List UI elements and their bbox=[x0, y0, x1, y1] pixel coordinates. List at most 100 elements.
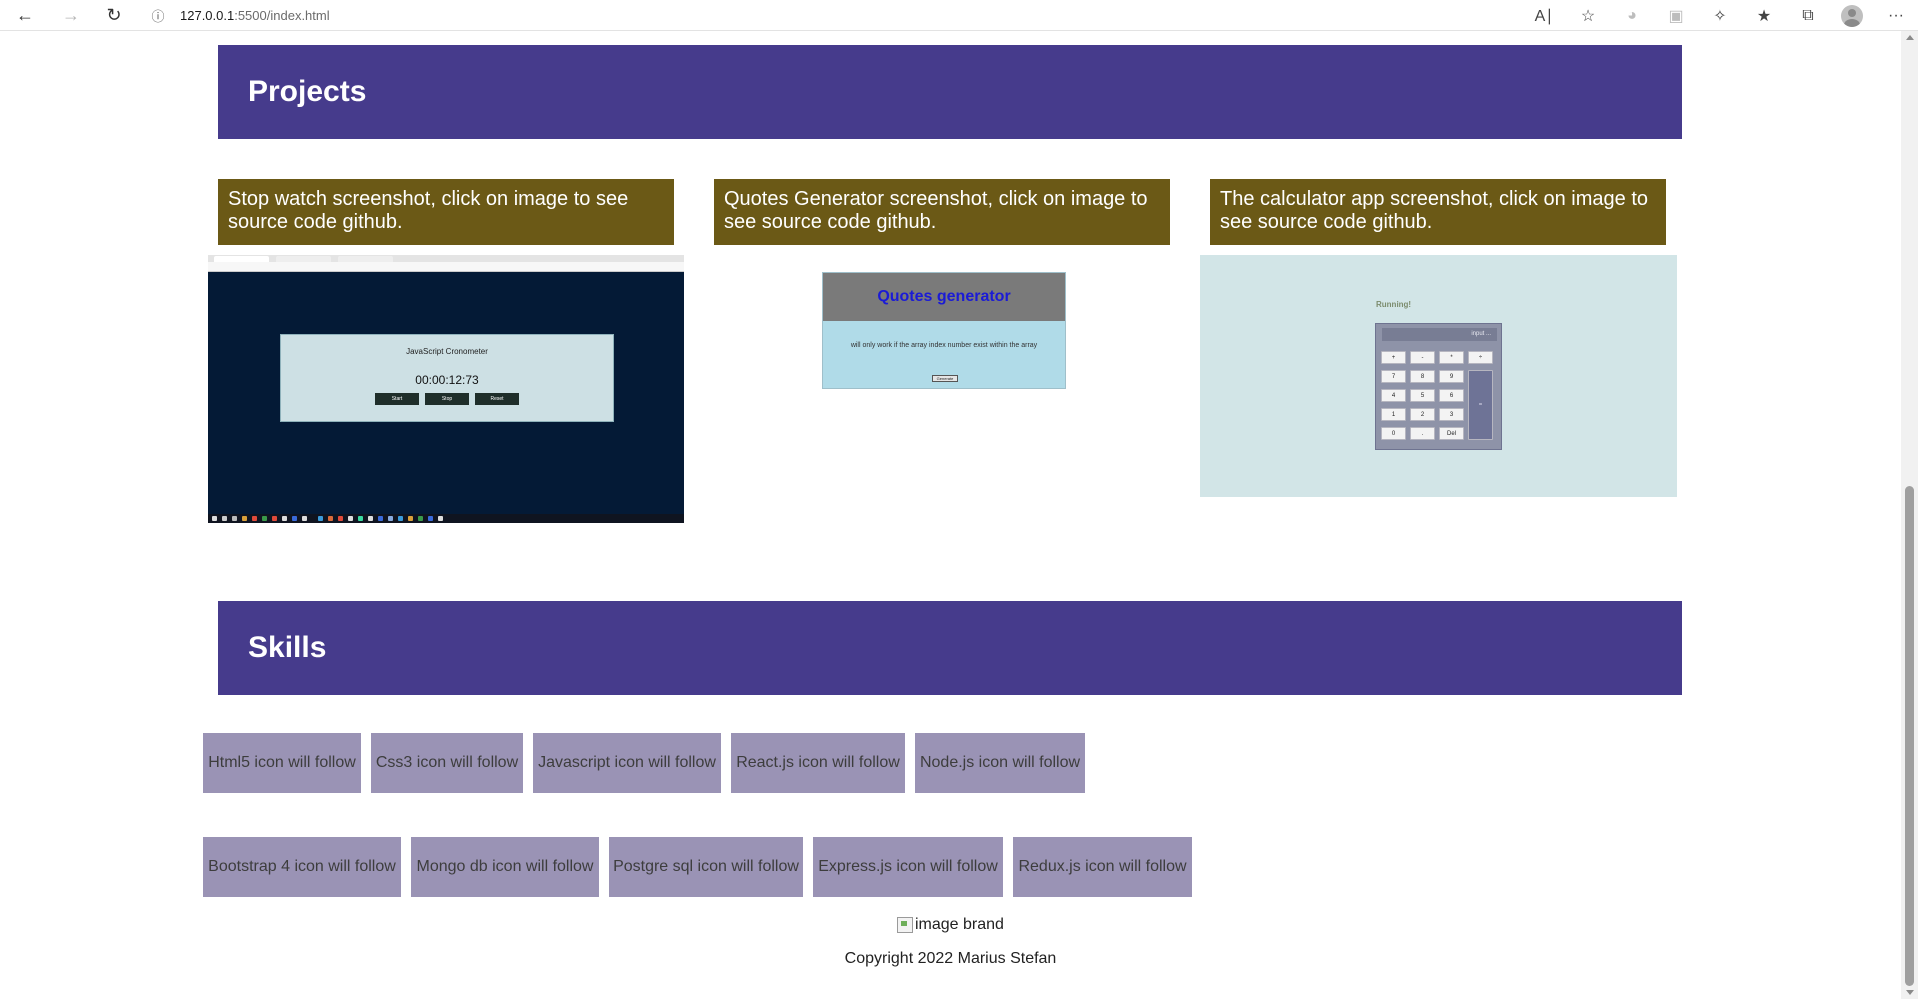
taskbar-icon bbox=[242, 516, 247, 521]
calculator-body: input ... + - * ÷ 7 8 9 4 5 6 1 2 3 0 . … bbox=[1375, 323, 1502, 450]
skill-reduxjs: Redux.js icon will follow bbox=[1013, 837, 1192, 897]
calc-key-decimal: . bbox=[1410, 427, 1435, 440]
stopwatch-time: 00:00:12:73 bbox=[415, 373, 479, 387]
calc-key-multiply: * bbox=[1439, 351, 1464, 364]
stopwatch-buttons: Start Stop Reset bbox=[281, 393, 613, 405]
scroll-up-icon[interactable] bbox=[1906, 35, 1914, 40]
calc-key-2: 2 bbox=[1410, 408, 1435, 421]
skill-reactjs: React.js icon will follow bbox=[731, 733, 905, 793]
taskbar-icon bbox=[318, 516, 323, 521]
calc-key-8: 8 bbox=[1410, 370, 1435, 383]
stopwatch-stop-button: Stop bbox=[425, 393, 469, 405]
taskbar-icon bbox=[408, 516, 413, 521]
quotes-caption: Quotes Generator screenshot, click on im… bbox=[714, 179, 1170, 245]
calc-key-0: 0 bbox=[1381, 427, 1406, 440]
taskbar-icon bbox=[282, 516, 287, 521]
brand-alt-text: image brand bbox=[915, 916, 1004, 933]
extensions-puzzle-icon[interactable]: ✧ bbox=[1698, 0, 1742, 31]
taskbar-icon bbox=[428, 516, 433, 521]
info-icon[interactable]: ⓘ bbox=[148, 5, 168, 25]
calc-key-6: 6 bbox=[1439, 389, 1464, 402]
taskbar-icon bbox=[302, 516, 307, 521]
skill-nodejs: Node.js icon will follow bbox=[915, 733, 1085, 793]
calc-key-del: Del bbox=[1439, 427, 1464, 440]
screenshot-browser-tabs bbox=[208, 255, 684, 262]
profile-avatar[interactable] bbox=[1830, 0, 1874, 31]
calculator-display: input ... bbox=[1382, 328, 1497, 341]
stopwatch-panel: JavaScript Cronometer 00:00:12:73 Start … bbox=[280, 334, 614, 422]
taskbar-icon bbox=[252, 516, 257, 521]
page-content: Projects Stop watch screenshot, click on… bbox=[0, 31, 1901, 999]
projects-title: Projects bbox=[248, 75, 367, 108]
skill-html5: Html5 icon will follow bbox=[203, 733, 361, 793]
taskbar-icon bbox=[212, 516, 217, 521]
skill-javascript: Javascript icon will follow bbox=[533, 733, 721, 793]
calc-key-9: 9 bbox=[1439, 370, 1464, 383]
taskbar-icon bbox=[418, 516, 423, 521]
taskbar-icon bbox=[232, 516, 237, 521]
screenshot-address-bar bbox=[208, 262, 684, 272]
stopwatch-start-button: Start bbox=[375, 393, 419, 405]
broken-image-icon bbox=[897, 917, 913, 933]
favorites-icon[interactable]: ★ bbox=[1742, 0, 1786, 31]
stopwatch-reset-button: Reset bbox=[475, 393, 519, 405]
stopwatch-screenshot-link[interactable]: JavaScript Cronometer 00:00:12:73 Start … bbox=[208, 255, 684, 523]
forward-arrow-icon[interactable]: → bbox=[57, 1, 85, 29]
url-text[interactable]: 127.0.0.1:5500/index.html bbox=[180, 8, 330, 23]
url-host: 127.0.0.1 bbox=[180, 7, 235, 23]
read-aloud-icon[interactable]: A∣ bbox=[1522, 0, 1566, 31]
taskbar-icon bbox=[398, 516, 403, 521]
calc-key-7: 7 bbox=[1381, 370, 1406, 383]
address-bar[interactable]: ⓘ 127.0.0.1:5500/index.html bbox=[148, 3, 1588, 27]
taskbar-icon bbox=[292, 516, 297, 521]
url-path: :5500/index.html bbox=[234, 7, 330, 23]
calc-key-3: 3 bbox=[1439, 408, 1464, 421]
calc-key-1: 1 bbox=[1381, 408, 1406, 421]
quotes-generate-button: Generate bbox=[932, 375, 958, 382]
skill-css3: Css3 icon will follow bbox=[371, 733, 523, 793]
brand-image: image brand bbox=[897, 916, 1004, 934]
calc-key-minus: - bbox=[1410, 351, 1435, 364]
taskbar-icon bbox=[222, 516, 227, 521]
taskbar-icon bbox=[358, 516, 363, 521]
quotes-title: Quotes generator bbox=[823, 273, 1065, 321]
add-favorite-icon[interactable]: ☆ bbox=[1566, 0, 1610, 31]
taskbar-icon bbox=[262, 516, 267, 521]
calculator-keypad: + - * ÷ 7 8 9 4 5 6 1 2 3 0 . Del = bbox=[1381, 351, 1493, 440]
scroll-down-icon[interactable] bbox=[1906, 990, 1914, 995]
calculator-screenshot-link[interactable]: Running! input ... + - * ÷ 7 8 9 4 5 6 1… bbox=[1200, 255, 1677, 497]
page-scrollbar[interactable] bbox=[1901, 31, 1918, 999]
avatar-icon bbox=[1841, 4, 1863, 27]
calc-key-5: 5 bbox=[1410, 389, 1435, 402]
taskbar-icon bbox=[328, 516, 333, 521]
back-arrow-icon[interactable]: ← bbox=[11, 1, 39, 29]
collections-icon[interactable]: ⧉ bbox=[1786, 0, 1830, 31]
skill-postgresql: Postgre sql icon will follow bbox=[609, 837, 803, 897]
taskbar-icon bbox=[438, 516, 443, 521]
skill-expressjs: Express.js icon will follow bbox=[813, 837, 1003, 897]
quotes-text: will only work if the array index number… bbox=[850, 342, 1038, 349]
taskbar-icon bbox=[388, 516, 393, 521]
stopwatch-caption: Stop watch screenshot, click on image to… bbox=[218, 179, 674, 245]
taskbar-icon bbox=[338, 516, 343, 521]
taskbar-icon bbox=[272, 516, 277, 521]
quotes-screenshot-link[interactable]: Quotes generator will only work if the a… bbox=[822, 272, 1066, 389]
copyright-text: Copyright 2022 Marius Stefan bbox=[844, 950, 1057, 967]
browser-actions: A∣ ☆ ◕ ▣ ✧ ★ ⧉ ··· bbox=[1522, 0, 1918, 31]
skills-header: Skills bbox=[218, 601, 1682, 695]
skill-bootstrap4: Bootstrap 4 icon will follow bbox=[203, 837, 401, 897]
more-menu-icon[interactable]: ··· bbox=[1874, 0, 1918, 31]
extension-2-icon[interactable]: ▣ bbox=[1654, 0, 1698, 31]
calc-key-divide: ÷ bbox=[1468, 351, 1493, 364]
calc-key-4: 4 bbox=[1381, 389, 1406, 402]
scroll-thumb[interactable] bbox=[1905, 486, 1914, 986]
calc-key-plus: + bbox=[1381, 351, 1406, 364]
extension-icon[interactable]: ◕ bbox=[1610, 0, 1654, 31]
calculator-status: Running! bbox=[1376, 300, 1412, 309]
refresh-icon[interactable]: ↻ bbox=[100, 1, 128, 29]
taskbar-icon bbox=[378, 516, 383, 521]
calc-key-equals: = bbox=[1468, 370, 1493, 440]
taskbar-icon bbox=[348, 516, 353, 521]
skills-title: Skills bbox=[248, 631, 327, 664]
calculator-caption: The calculator app screenshot, click on … bbox=[1210, 179, 1666, 245]
